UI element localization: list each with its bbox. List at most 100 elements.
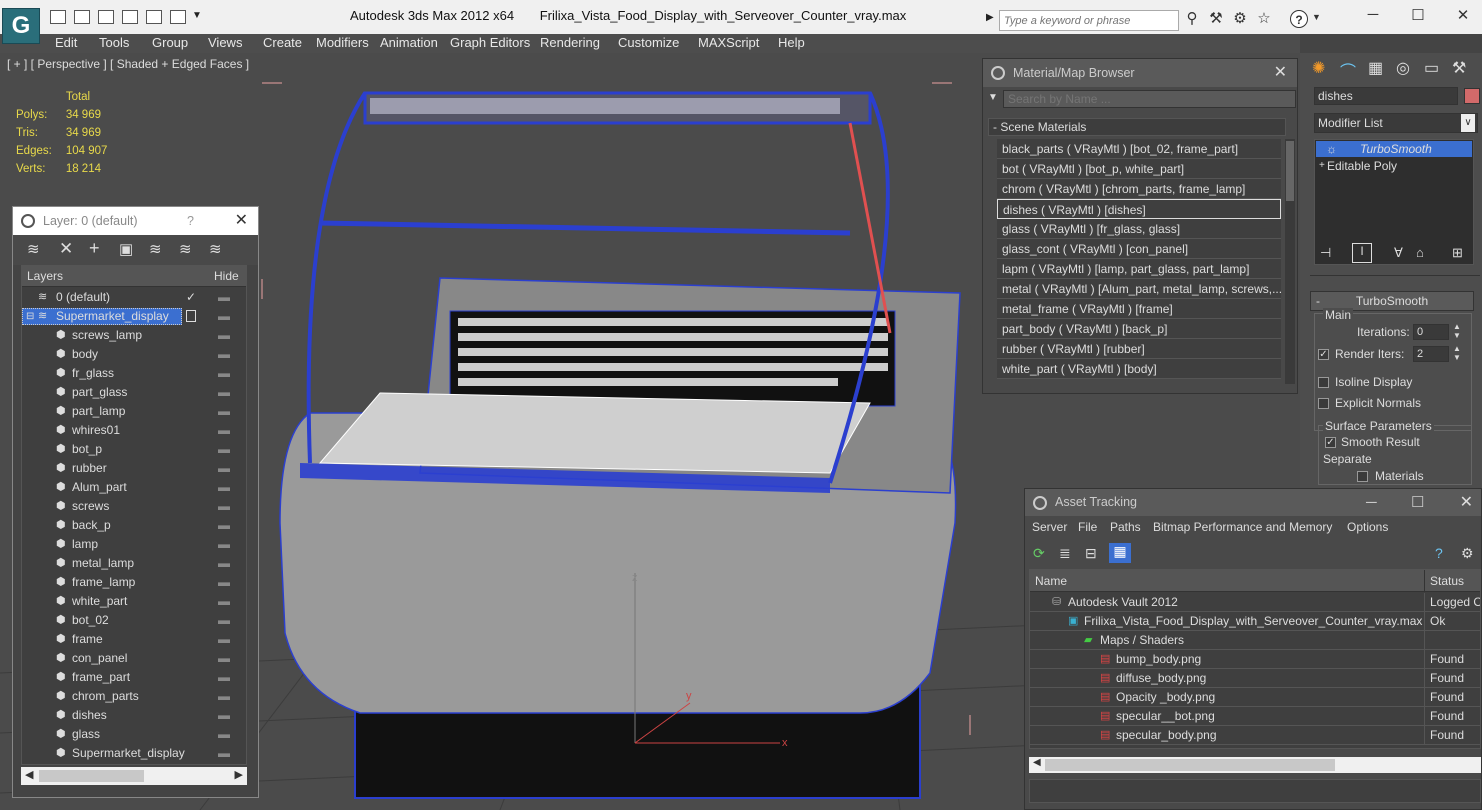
fetch-icon[interactable] (170, 10, 186, 24)
menu-help[interactable]: Help (778, 35, 805, 50)
asset-row[interactable]: ▣ Frilixa_Vista_Food_Display_with_Serveov… (1030, 612, 1480, 631)
current-layer-check-icon[interactable]: ✓ (186, 288, 196, 307)
lightbulb-icon[interactable]: ☼ (1326, 141, 1337, 157)
hide-toggle[interactable]: ▬ (218, 345, 230, 364)
help-icon[interactable]: ? (1290, 10, 1308, 28)
layer-title-bar[interactable]: Layer: 0 (default) ? ✕ (13, 207, 258, 235)
chevron-down-icon[interactable]: ∨ (1461, 114, 1475, 132)
delete-layer-icon[interactable]: ✕ (59, 239, 73, 259)
layer-object-row[interactable]: ⬢ frame ▬ (22, 630, 246, 649)
hide-all-icon[interactable]: ≋ (179, 240, 192, 258)
modifier-list-dropdown[interactable]: Modifier List ∨ (1314, 113, 1478, 133)
remove-modifier-icon[interactable]: ⌂ (1416, 245, 1424, 260)
hide-toggle[interactable]: ▬ (218, 326, 230, 345)
list-view-icon[interactable]: ≣ (1059, 545, 1071, 562)
layer-object-row[interactable]: ⬢ con_panel ▬ (22, 649, 246, 668)
tree-view-icon[interactable]: ⊟ (1085, 545, 1097, 562)
configure-sets-icon[interactable]: ⊞ (1452, 245, 1463, 261)
create-layer-icon[interactable]: ≋ (27, 240, 40, 258)
highlight-layer-icon[interactable]: ≋ (149, 240, 162, 258)
expand-plus-icon[interactable]: + (1319, 158, 1325, 174)
set-current-layer-icon[interactable] (186, 310, 196, 322)
material-item[interactable]: white_part ( VRayMtl ) [body] (997, 359, 1281, 379)
asset-row[interactable]: ⛁ Autodesk Vault 2012 Logged O (1030, 593, 1480, 612)
status-column-header[interactable]: Status (1430, 570, 1464, 591)
material-item[interactable]: glass ( VRayMtl ) [fr_glass, glass] (997, 219, 1281, 239)
create-tab-icon[interactable]: ✺ (1312, 58, 1325, 78)
layer-object-row[interactable]: ⬢ dishes ▬ (22, 706, 246, 725)
material-item[interactable]: bot ( VRayMtl ) [bot_p, white_part] (997, 159, 1281, 179)
asset-menu-paths[interactable]: Paths (1110, 516, 1141, 538)
hide-toggle[interactable]: ▬ (218, 573, 230, 592)
modifier-editable-poly[interactable]: + Editable Poly (1315, 158, 1473, 174)
make-unique-icon[interactable]: ∀ (1394, 245, 1403, 261)
layer-object-row[interactable]: ⬢ part_glass ▬ (22, 383, 246, 402)
layer-object-row[interactable]: ⬢ rubber ▬ (22, 459, 246, 478)
layer-object-row[interactable]: ⬢ bot_02 ▬ (22, 611, 246, 630)
hide-toggle[interactable]: ▬ (218, 383, 230, 402)
layer-object-row[interactable]: ⬢ frame_lamp ▬ (22, 573, 246, 592)
scroll-left-icon[interactable]: ◀ (1033, 757, 1041, 768)
material-browser-close-button[interactable]: ✕ (1274, 59, 1287, 87)
spinner-arrows-icon[interactable]: ▲ ▼ (1453, 322, 1461, 340)
iterations-spinner[interactable] (1413, 324, 1449, 340)
material-item[interactable]: lapm ( VRayMtl ) [lamp, part_glass, part… (997, 259, 1281, 279)
asset-row[interactable]: ▤ Opacity _body.png Found (1030, 688, 1480, 707)
asset-row[interactable]: ▰ Maps / Shaders (1030, 631, 1480, 650)
tools-icon[interactable]: ⚒ (1207, 10, 1225, 28)
layer-object-row[interactable]: ⬢ body ▬ (22, 345, 246, 364)
material-item[interactable]: chrom ( VRayMtl ) [chrom_parts, frame_la… (997, 179, 1281, 199)
materials-checkbox[interactable] (1357, 471, 1368, 482)
table-view-icon[interactable]: ▦ (1109, 543, 1131, 563)
layer-object-row[interactable]: ⬢ Alum_part ▬ (22, 478, 246, 497)
layer-object-row[interactable]: ⬢ whires01 ▬ (22, 421, 246, 440)
material-item[interactable]: rubber ( VRayMtl ) [rubber] (997, 339, 1281, 359)
menu-views[interactable]: Views (208, 35, 242, 50)
application-menu-button[interactable]: G (2, 8, 40, 44)
hide-toggle[interactable]: ▬ (218, 497, 230, 516)
menu-modifiers[interactable]: Modifiers (316, 35, 369, 50)
material-scrollbar[interactable] (1285, 139, 1295, 384)
material-item[interactable]: black_parts ( VRayMtl ) [bot_02, frame_p… (997, 139, 1281, 159)
layer-row-supermarket[interactable]: ⊟ ≋ Supermarket_display ▬ (22, 307, 246, 326)
collapse-minus-icon[interactable]: - (1316, 292, 1320, 310)
favorites-star-icon[interactable]: ☆ (1255, 10, 1273, 28)
scroll-left-icon[interactable]: ◀ (25, 768, 33, 781)
hide-toggle[interactable]: ▬ (218, 535, 230, 554)
layer-horizontal-scrollbar[interactable]: ◀ ▶ (21, 767, 247, 785)
scroll-thumb[interactable] (39, 770, 144, 782)
select-objects-icon[interactable]: ▣ (119, 240, 133, 258)
menu-tools[interactable]: Tools (99, 35, 129, 50)
asset-menu-options[interactable]: Options (1347, 516, 1388, 538)
object-color-swatch[interactable] (1464, 88, 1480, 104)
material-browser-title-bar[interactable]: Material/Map Browser ✕ (983, 59, 1297, 87)
material-item[interactable]: dishes ( VRayMtl ) [dishes] (997, 199, 1281, 219)
scroll-right-icon[interactable]: ▶ (235, 768, 243, 781)
scene-materials-section[interactable]: - Scene Materials (988, 118, 1286, 136)
hide-column-header[interactable]: Hide (214, 267, 239, 286)
search-input[interactable] (999, 10, 1179, 31)
help-icon[interactable]: ? (1435, 545, 1443, 561)
asset-row[interactable]: ▤ diffuse_body.png Found (1030, 669, 1480, 688)
hold-icon[interactable] (146, 10, 162, 24)
layer-object-row[interactable]: ⬢ Supermarket_display ▬ (22, 744, 246, 763)
hide-toggle[interactable]: ▬ (218, 307, 230, 326)
quick-access-dropdown-icon[interactable]: ▼ (192, 10, 202, 21)
asset-row[interactable]: ▤ specular_body.png Found (1030, 726, 1480, 745)
close-button[interactable]: ✕ (1448, 6, 1478, 24)
asset-row[interactable]: ▤ specular__bot.png Found (1030, 707, 1480, 726)
minimize-button[interactable]: ─ (1358, 6, 1388, 23)
scroll-thumb[interactable] (1045, 759, 1335, 771)
menu-rendering[interactable]: Rendering (540, 35, 600, 50)
hide-toggle[interactable]: ▬ (218, 649, 230, 668)
asset-maximize-button[interactable]: ☐ (1411, 489, 1424, 516)
hide-toggle[interactable]: ▬ (218, 611, 230, 630)
hide-toggle[interactable]: ▬ (218, 478, 230, 497)
material-scroll-thumb[interactable] (1286, 141, 1294, 201)
hide-toggle[interactable]: ▬ (218, 630, 230, 649)
menu-create[interactable]: Create (263, 35, 302, 50)
layer-object-row[interactable]: ⬢ chrom_parts ▬ (22, 687, 246, 706)
layer-object-row[interactable]: ⬢ screws_lamp ▬ (22, 326, 246, 345)
spinner-arrows-icon[interactable]: ▲ ▼ (1453, 344, 1461, 362)
utilities-tab-icon[interactable]: ⚒ (1452, 58, 1466, 78)
